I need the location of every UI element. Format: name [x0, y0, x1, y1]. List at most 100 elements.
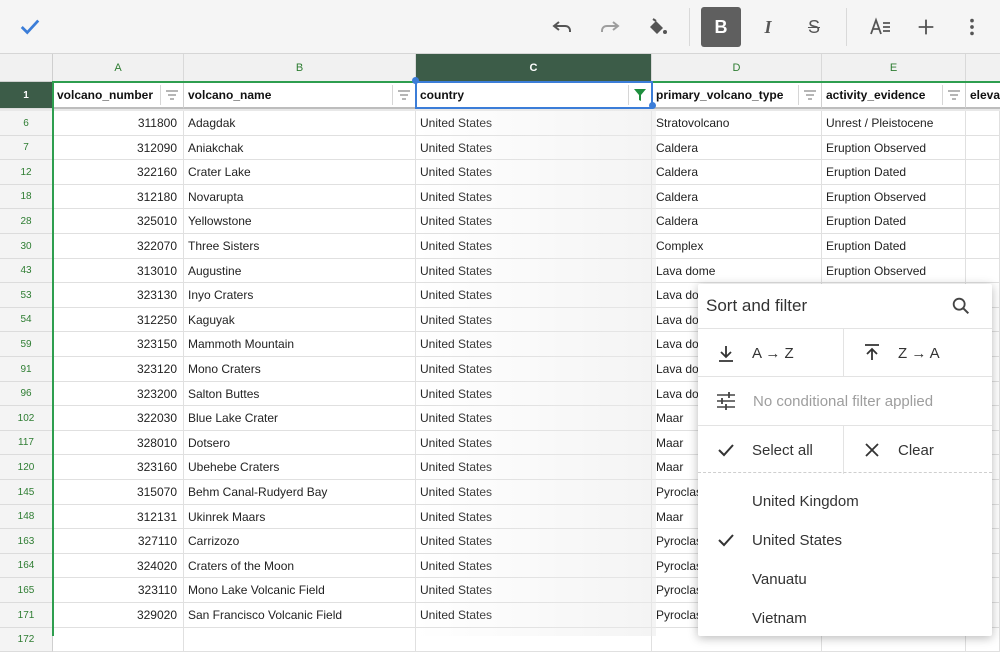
cell-volcano-number[interactable]: 322160 [53, 160, 184, 185]
cell-country[interactable]: United States [416, 431, 652, 455]
cell-volcano-name[interactable]: Ubehebe Craters [184, 455, 416, 480]
cell-volcano-name[interactable]: Dotsero [184, 431, 416, 455]
cell-country[interactable]: United States [416, 111, 652, 136]
cell-volcano-number[interactable]: 323110 [53, 578, 184, 603]
cell-country[interactable]: United States [416, 332, 652, 357]
column-header-e[interactable]: E [822, 54, 966, 82]
text-align-icon[interactable] [860, 7, 900, 47]
cell-volcano-number[interactable]: 328010 [53, 431, 184, 455]
cell-activity-evidence[interactable]: Eruption Dated [822, 234, 966, 259]
cell-volcano-number[interactable]: 325010 [53, 209, 184, 234]
more-options-icon[interactable] [952, 7, 992, 47]
row-header[interactable]: 96 [0, 382, 53, 406]
clear-button[interactable]: Clear [844, 426, 992, 474]
cell-country[interactable]: United States [416, 455, 652, 480]
row-header[interactable]: 117 [0, 431, 53, 455]
cell-country[interactable]: United States [416, 578, 652, 603]
cell-activity-evidence[interactable]: Unrest / Pleistocene [822, 111, 966, 136]
filter-button-b[interactable] [392, 85, 414, 105]
cell-volcano-name[interactable]: Mono Lake Volcanic Field [184, 578, 416, 603]
cell-primary-volcano-type[interactable]: Stratovolcano [652, 111, 822, 136]
cell-country[interactable]: United States [416, 259, 652, 283]
row-header[interactable]: 54 [0, 308, 53, 332]
cell-volcano-name[interactable]: Salton Buttes [184, 382, 416, 406]
row-header[interactable]: 53 [0, 283, 53, 308]
strikethrough-button[interactable]: S [794, 7, 834, 47]
filter-button-d[interactable] [798, 85, 820, 105]
cell-volcano-number[interactable]: 312250 [53, 308, 184, 332]
cell-country[interactable] [416, 628, 652, 652]
cell-volcano-name[interactable] [184, 628, 416, 652]
cell-country[interactable]: United States [416, 406, 652, 431]
row-header[interactable]: 91 [0, 357, 53, 382]
cell-volcano-number[interactable]: 324020 [53, 554, 184, 578]
column-header-d[interactable]: D [652, 54, 822, 82]
row-header[interactable]: 6 [0, 111, 53, 136]
row-header[interactable]: 18 [0, 185, 53, 209]
row-header[interactable]: 164 [0, 554, 53, 578]
select-all-button[interactable]: Select all [698, 426, 844, 474]
row-header[interactable]: 171 [0, 603, 53, 628]
cell-country[interactable]: United States [416, 480, 652, 505]
bold-button[interactable]: B [701, 7, 741, 47]
cell-country[interactable]: United States [416, 136, 652, 160]
row-header[interactable]: 30 [0, 234, 53, 259]
insert-icon[interactable] [906, 7, 946, 47]
cell-volcano-number[interactable]: 323130 [53, 283, 184, 308]
filter-option[interactable]: Vanuatu [698, 561, 992, 600]
column-header-f[interactable] [966, 54, 1000, 82]
cell-primary-volcano-type[interactable]: Lava dome [652, 259, 822, 283]
cell-country[interactable]: United States [416, 505, 652, 529]
cell-volcano-name[interactable]: Ukinrek Maars [184, 505, 416, 529]
search-icon[interactable] [950, 295, 972, 322]
filter-button-a[interactable] [160, 85, 182, 105]
cell-elevation[interactable] [966, 136, 1000, 160]
sort-a-z-button[interactable]: A → Z [698, 329, 844, 377]
cell-elevation[interactable] [966, 185, 1000, 209]
cell-elevation[interactable] [966, 259, 1000, 283]
row-header[interactable]: 172 [0, 628, 53, 652]
cell-primary-volcano-type[interactable]: Caldera [652, 160, 822, 185]
column-header-b[interactable]: B [184, 54, 416, 82]
cell-primary-volcano-type[interactable]: Complex [652, 234, 822, 259]
italic-button[interactable]: I [748, 7, 788, 47]
row-header[interactable]: 148 [0, 505, 53, 529]
cell-volcano-name[interactable]: Augustine [184, 259, 416, 283]
cell-volcano-number[interactable]: 323200 [53, 382, 184, 406]
cell-primary-volcano-type[interactable]: Caldera [652, 209, 822, 234]
cell-volcano-name[interactable]: Kaguyak [184, 308, 416, 332]
filter-option[interactable]: United Kingdom [698, 483, 992, 522]
cell-elevation[interactable] [966, 234, 1000, 259]
filter-option[interactable]: Vietnam [698, 600, 992, 639]
cell-country[interactable]: United States [416, 357, 652, 382]
row-header[interactable]: 120 [0, 455, 53, 480]
cell-volcano-number[interactable]: 312180 [53, 185, 184, 209]
cell-activity-evidence[interactable]: Eruption Observed [822, 185, 966, 209]
cell-country[interactable]: United States [416, 283, 652, 308]
cell-volcano-number[interactable]: 322030 [53, 406, 184, 431]
cell-volcano-number[interactable]: 311800 [53, 111, 184, 136]
cell-activity-evidence[interactable]: Eruption Dated [822, 209, 966, 234]
cell-volcano-name[interactable]: Crater Lake [184, 160, 416, 185]
row-header[interactable]: 43 [0, 259, 53, 283]
cell-volcano-number[interactable]: 313010 [53, 259, 184, 283]
row-header[interactable]: 28 [0, 209, 53, 234]
redo-icon[interactable] [590, 7, 630, 47]
cell-volcano-name[interactable]: Adagdak [184, 111, 416, 136]
cell-volcano-name[interactable]: Inyo Craters [184, 283, 416, 308]
header-cell-primary-volcano-type[interactable]: primary_volcano_type [652, 82, 822, 109]
cell-primary-volcano-type[interactable]: Caldera [652, 185, 822, 209]
row-header[interactable]: 7 [0, 136, 53, 160]
cell-volcano-name[interactable]: Mono Craters [184, 357, 416, 382]
cell-volcano-number[interactable]: 323160 [53, 455, 184, 480]
column-header-c[interactable]: C [416, 54, 652, 82]
paint-bucket-icon[interactable] [637, 7, 677, 47]
cell-country[interactable]: United States [416, 554, 652, 578]
cell-elevation[interactable] [966, 111, 1000, 136]
select-all-corner[interactable] [0, 54, 53, 82]
conditional-filter-row[interactable]: No conditional filter applied [698, 376, 992, 425]
row-header[interactable]: 163 [0, 529, 53, 554]
undo-icon[interactable] [542, 7, 582, 47]
selection-handle-bottom[interactable] [649, 102, 656, 109]
cell-volcano-name[interactable]: Carrizozo [184, 529, 416, 554]
